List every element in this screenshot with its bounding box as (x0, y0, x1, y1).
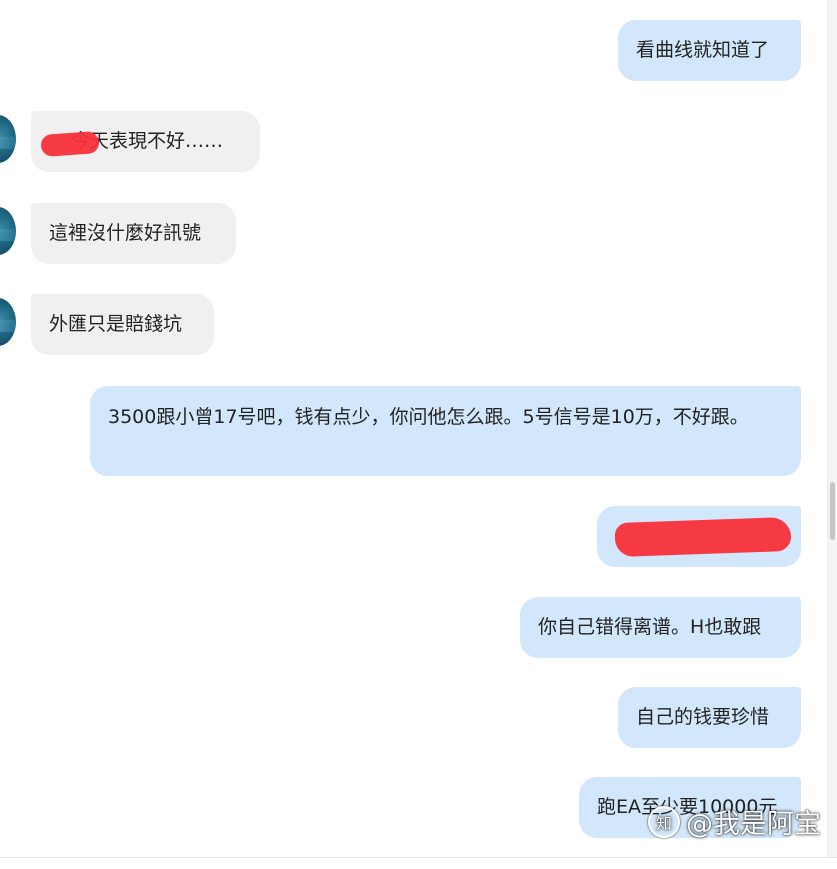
message-text: 看曲线就知道了 (636, 39, 770, 61)
message-bubble-incoming[interactable]: 外匯只是賠錢坑 (31, 294, 214, 355)
contact-avatar[interactable] (0, 207, 16, 255)
message-bubble-incoming[interactable]: 今天表現不好…… (31, 111, 260, 172)
message-bubble-outgoing[interactable]: 你自己错得离谱。H也敢跟 (520, 597, 801, 658)
message-bubble-outgoing[interactable]: 3500跟小曾17号吧，钱有点少，你问他怎么跟。5号信号是10万，不好跟。 (90, 386, 801, 476)
message-bubble-outgoing[interactable]: 看曲线就知道了 (618, 20, 801, 81)
redaction-scribble (614, 516, 792, 558)
message-bubble-incoming[interactable]: 這裡沒什麼好訊號 (31, 203, 236, 264)
message-bubble-outgoing[interactable]: 自己的钱要珍惜 (618, 687, 801, 748)
message-text: 外匯只是賠錢坑 (49, 313, 183, 335)
message-text: 3500跟小曾17号吧，钱有点少，你问他怎么跟。5号信号是10万，不好跟。 (108, 406, 749, 428)
scrollbar-thumb[interactable] (830, 482, 835, 540)
redaction-scribble (40, 131, 100, 157)
zhihu-logo-icon: 知 (648, 805, 680, 838)
divider (0, 857, 837, 858)
watermark: 知 @我是阿宝 (648, 802, 821, 841)
contact-avatar[interactable] (0, 115, 16, 163)
chat-scrollbar[interactable] (827, 0, 837, 858)
message-text: 你自己错得离谱。H也敢跟 (538, 616, 762, 638)
watermark-text: @我是阿宝 (686, 809, 821, 840)
message-text: 這裡沒什麼好訊號 (49, 222, 202, 244)
contact-avatar[interactable] (0, 298, 16, 346)
chat-message-list[interactable]: 看曲线就知道了 今天表現不好…… 這裡沒什麼好訊號 外匯只是賠錢坑 3500跟小… (0, 0, 828, 858)
message-bubble-outgoing[interactable] (597, 506, 801, 567)
message-text: 自己的钱要珍惜 (636, 706, 770, 728)
